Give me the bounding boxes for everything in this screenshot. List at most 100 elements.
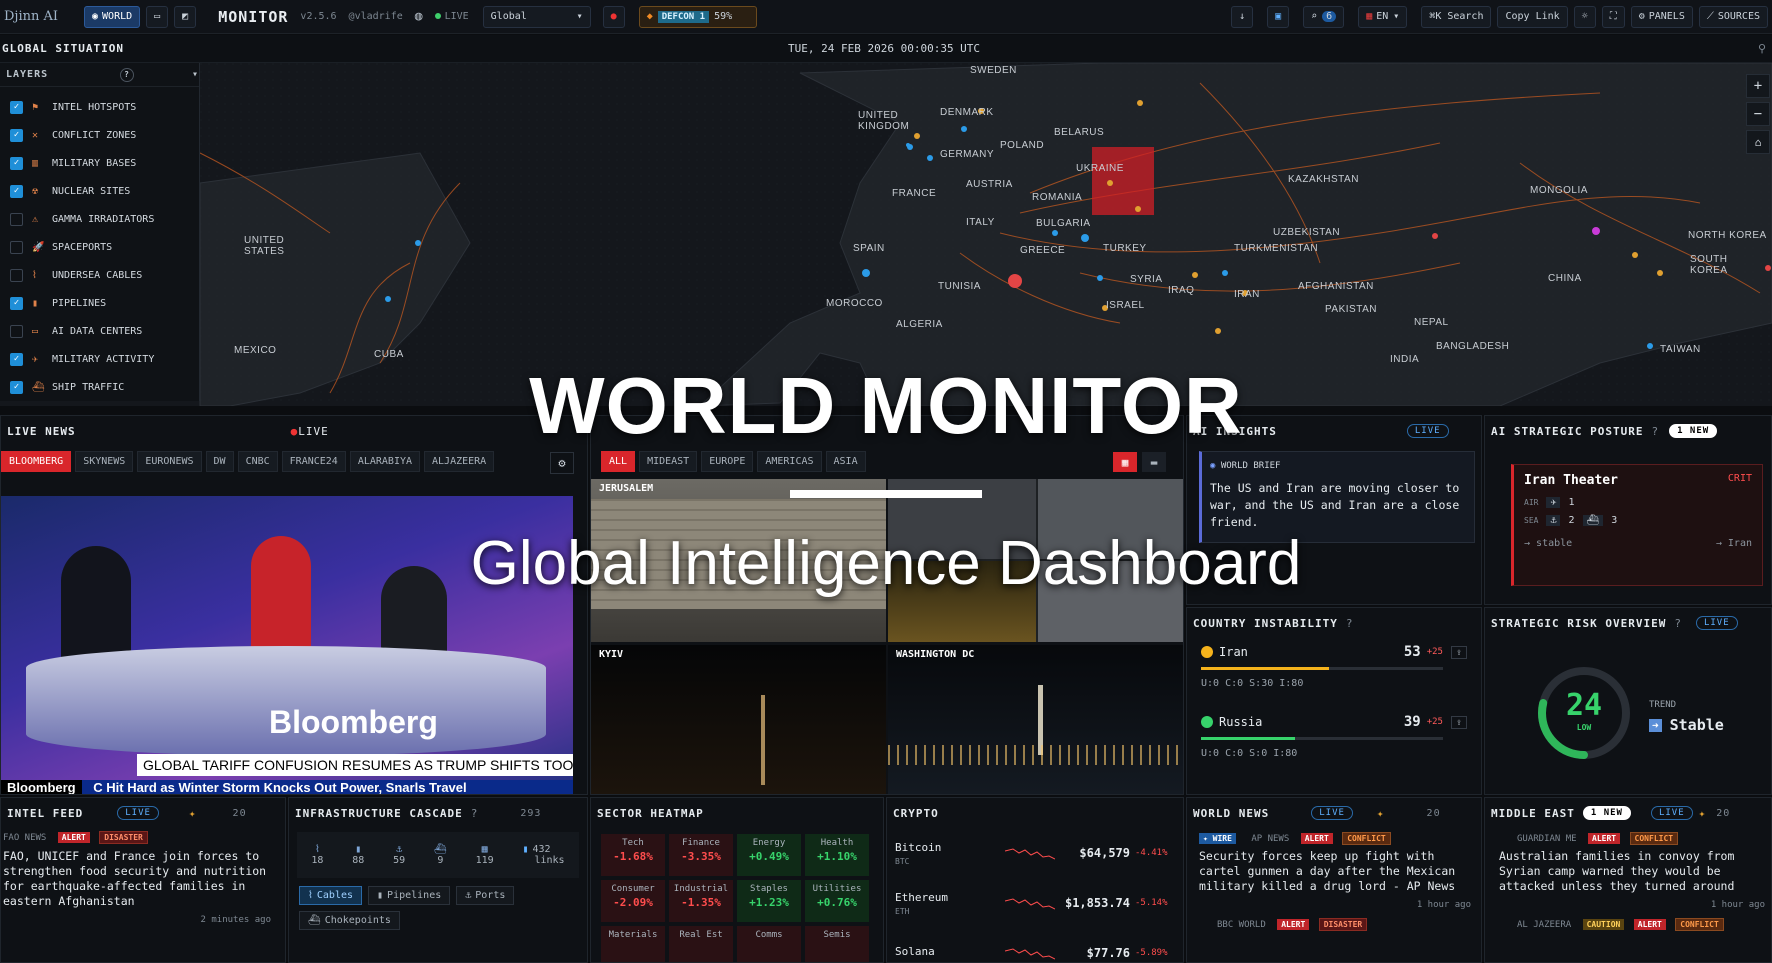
layer-toggle[interactable]: ✓ ☢ NUCLEAR SITES (0, 177, 199, 205)
app-logo[interactable]: Djinn AI (0, 9, 78, 24)
sparkle-icon[interactable]: ✦ (1699, 807, 1707, 820)
region-tab[interactable]: AMERICAS (757, 450, 822, 472)
sector-cell[interactable]: Finance -3.35% (669, 834, 733, 876)
layer-toggle[interactable]: ⌇ UNDERSEA CABLES (0, 261, 199, 289)
layer-toggle[interactable]: ✓ ✕ CONFLICT ZONES (0, 121, 199, 149)
sector-cell[interactable]: Comms (737, 926, 801, 962)
conflict-zone-ukraine (1092, 147, 1154, 215)
checkbox[interactable]: ✓ (10, 100, 23, 114)
region-tab[interactable]: ASIA (825, 450, 866, 472)
zoom-in-button[interactable]: + (1746, 74, 1770, 98)
layer-toggle[interactable]: ▭ AI DATA CENTERS (0, 317, 199, 345)
instability-row[interactable]: Iran 53 +25 ⇪ U:0 C:0 S:30 I:80 (1201, 644, 1467, 708)
single-view-button[interactable]: ▬ (1142, 452, 1166, 472)
instability-row[interactable]: Russia 39 +25 ⇪ U:0 C:0 S:0 I:80 (1201, 714, 1467, 778)
finance-mode-button[interactable]: ◩ (174, 5, 197, 28)
sector-change: +0.49% (749, 850, 789, 863)
checkbox[interactable]: ✓ (10, 296, 23, 310)
grid-view-button[interactable]: ▦ (1113, 452, 1137, 472)
map-label-uk: UNITED KINGDOM (858, 110, 910, 132)
channel-tab[interactable]: FRANCE24 (281, 450, 346, 472)
sector-cell[interactable]: Materials (601, 926, 665, 962)
infra-tab[interactable]: ⛴ Chokepoints (299, 911, 400, 930)
channel-tab[interactable]: CNBC (237, 450, 278, 472)
help-icon[interactable]: ? (471, 807, 479, 820)
sector-cell[interactable]: Consumer -2.09% (601, 880, 665, 922)
panels-button[interactable]: ⚙ PANELS (1630, 5, 1693, 28)
infra-tab[interactable]: ▮ Pipelines (368, 886, 451, 905)
chevron-down-icon[interactable]: ▾ (192, 69, 199, 80)
infra-tab[interactable]: ⚓ Ports (456, 886, 515, 905)
theme-toggle[interactable]: ☼ (1573, 5, 1596, 28)
github-icon[interactable]: ◍ (415, 9, 423, 24)
crypto-row[interactable]: Bitcoin BTC $64,579 -4.41% (895, 828, 1175, 878)
zoom-out-button[interactable]: − (1746, 102, 1770, 126)
channel-tab[interactable]: DW (205, 450, 234, 472)
help-icon[interactable]: ? (1674, 617, 1682, 630)
layers-header[interactable]: LAYERS ? ▾ (0, 63, 199, 87)
gear-icon[interactable]: ⚙ (550, 452, 574, 474)
world-map[interactable]: SWEDEN DENMARK UNITED KINGDOM POLAND BEL… (0, 63, 1772, 406)
region-tab[interactable]: MIDEAST (639, 450, 698, 472)
share-icon[interactable]: ⇪ (1450, 715, 1467, 729)
sector-cell[interactable]: Tech -1.68% (601, 834, 665, 876)
screen-button[interactable]: ▣ (1267, 5, 1290, 28)
checkbox[interactable] (10, 324, 23, 338)
sector-cell[interactable]: Staples +1.23% (737, 880, 801, 922)
sector-cell[interactable]: Semis (805, 926, 869, 962)
share-icon[interactable]: ⇪ (1450, 645, 1467, 659)
middle-east-item[interactable]: GUARDIAN ME ALERT CONFLICT Australian fa… (1485, 828, 1771, 931)
layer-toggle[interactable]: ✓ ▮ PIPELINES (0, 289, 199, 317)
sector-cell[interactable]: Real Est (669, 926, 733, 962)
language-select[interactable]: ▦ EN ▾ (1358, 5, 1408, 28)
record-button[interactable]: ● (602, 5, 625, 28)
sparkle-icon[interactable]: ✦ (189, 807, 197, 820)
author-link[interactable]: @vladrife (349, 11, 403, 22)
home-button[interactable]: ⌂ (1746, 130, 1770, 154)
channel-tab[interactable]: ALJAZEERA (424, 450, 495, 472)
world-mode-button[interactable]: ◉ WORLD (84, 5, 141, 28)
sector-cell[interactable]: Energy +0.49% (737, 834, 801, 876)
crypto-row[interactable]: Ethereum ETH $1,853.74 -5.14% (895, 878, 1175, 928)
checkbox[interactable]: ✓ (10, 128, 23, 142)
checkbox[interactable] (10, 240, 23, 254)
infra-tab[interactable]: ⌇ Cables (299, 886, 363, 905)
search-button[interactable]: ⌘K Search (1421, 5, 1492, 28)
region-tab[interactable]: ALL (601, 450, 636, 472)
layer-toggle[interactable]: ⚠ GAMMA IRRADIATORS (0, 205, 199, 233)
region-select[interactable]: Global ▾ (482, 5, 591, 28)
defcon-indicator[interactable]: ◆ DEFCON 1 59% (638, 5, 757, 28)
sources-button[interactable]: ⟋ SOURCES (1698, 5, 1768, 28)
sector-cell[interactable]: Industrial -1.35% (669, 880, 733, 922)
layer-toggle[interactable]: ✓ ▥ MILITARY BASES (0, 149, 199, 177)
checkbox[interactable]: ✓ (10, 184, 23, 198)
help-icon[interactable]: ? (120, 67, 134, 82)
sparkle-icon[interactable]: ✦ (1377, 807, 1385, 820)
sector-cell[interactable]: Utilities +0.76% (805, 880, 869, 922)
help-icon[interactable]: ? (1346, 617, 1354, 630)
webcam-kyiv[interactable]: KYIV (591, 645, 886, 794)
search-count-button[interactable]: ⌕ 6 (1303, 5, 1345, 28)
region-tab[interactable]: EUROPE (701, 450, 754, 472)
layer-toggle[interactable]: 🚀 SPACEPORTS (0, 233, 199, 261)
layer-toggle[interactable]: ✓ ⚑ INTEL HOTSPOTS (0, 93, 199, 121)
sector-cell[interactable]: Health +1.10% (805, 834, 869, 876)
checkbox[interactable]: ✓ (10, 156, 23, 170)
world-news-item[interactable]: ✦ WIRE AP NEWS ALERT CONFLICT Security f… (1187, 828, 1481, 931)
defcon-percent: 59% (714, 11, 733, 22)
checkbox[interactable] (10, 268, 23, 282)
crypto-row[interactable]: Solana $77.76 -5.89% (895, 928, 1175, 962)
channel-tab[interactable]: EURONEWS (137, 450, 202, 472)
fullscreen-button[interactable]: ⛶ (1601, 5, 1625, 28)
tech-mode-button[interactable]: ▭ (146, 5, 169, 28)
infra-tab-icon: ⌇ (308, 890, 313, 901)
channel-tab[interactable]: ALARABIYA (349, 450, 421, 472)
channel-tab[interactable]: BLOOMBERG (1, 450, 72, 472)
pin-icon[interactable]: ⚲ (1758, 42, 1766, 55)
intel-item[interactable]: FAO NEWS ALERT DISASTER FAO, UNICEF and … (1, 828, 285, 925)
channel-tab[interactable]: SKYNEWS (75, 450, 134, 472)
copy-link-button[interactable]: Copy Link (1497, 5, 1568, 28)
webcam-washington[interactable]: WASHINGTON DC (888, 645, 1183, 794)
checkbox[interactable] (10, 212, 23, 226)
download-button[interactable]: ↓ (1231, 5, 1254, 28)
